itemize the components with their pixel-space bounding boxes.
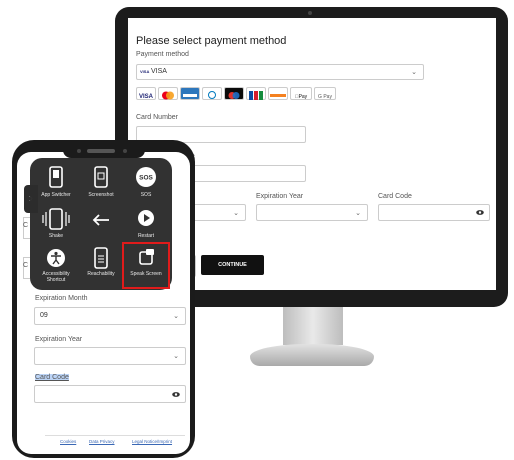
accessibility-icon — [47, 249, 65, 267]
at-item-label: Accessibility Shortcut — [42, 271, 70, 283]
card-code-input[interactable] — [378, 204, 490, 221]
discover-logo-icon — [268, 87, 288, 100]
at-item-sos[interactable]: SOS SOS — [124, 164, 168, 198]
eye-icon[interactable] — [476, 209, 484, 216]
footer-link-data-privacy[interactable]: Data Privacy — [89, 439, 115, 444]
at-item-app-switcher[interactable]: App Switcher — [34, 164, 78, 198]
screenshot-icon — [94, 166, 108, 188]
chevron-down-icon: ⌄ — [411, 69, 417, 76]
speak-screen-highlight — [122, 242, 170, 289]
payment-method-label: Payment method — [136, 51, 189, 58]
footer-link-legal-notice[interactable]: Legal Notice/Imprint — [132, 439, 172, 444]
speaker-grille — [87, 149, 115, 153]
visa-logo-icon: VISA — [136, 87, 156, 100]
sensor-dot — [123, 149, 127, 153]
apple-pay-logo-icon: Pay — [290, 87, 312, 100]
at-item-screenshot[interactable]: Screenshot — [79, 164, 123, 198]
payment-method-value: VISA — [151, 68, 167, 75]
expiration-month-select[interactable]: 09 ⌄ — [34, 307, 186, 325]
svg-text:G Pay: G Pay — [318, 94, 332, 100]
footer-link-cookies[interactable]: Cookies — [60, 439, 76, 444]
restart-icon — [138, 210, 154, 226]
chevron-down-icon: ⌄ — [233, 210, 239, 217]
back-arrow-icon — [92, 214, 109, 226]
maestro-logo-icon — [224, 87, 244, 100]
mastercard-logo-icon — [158, 87, 178, 100]
card-code-label-text: Card Code — [35, 374, 69, 381]
chevron-down-icon: ⌄ — [173, 353, 179, 360]
card-number-label: Card Number — [136, 114, 179, 121]
card-code-label: Card Code — [378, 193, 412, 200]
svg-text:SOS: SOS — [139, 175, 153, 182]
eye-icon[interactable] — [172, 391, 180, 398]
continue-button[interactable]: CONTINUE — [201, 255, 264, 275]
partial-label: C — [23, 222, 29, 229]
expiration-year-select[interactable]: ⌄ — [256, 204, 368, 221]
at-item-reachability[interactable]: Reachability — [79, 246, 123, 277]
chevron-down-icon: ⌄ — [355, 210, 361, 217]
at-item-shake[interactable]: Shake — [34, 206, 78, 239]
expiration-month-value: 09 — [40, 312, 48, 319]
monitor-base — [250, 344, 374, 366]
diners-logo-icon — [202, 87, 222, 100]
at-item-label: Restart — [137, 233, 155, 239]
at-item-label: SOS — [140, 192, 152, 198]
partial-label: C — [23, 262, 29, 269]
shake-icon — [42, 208, 70, 230]
at-item-label: Shake — [48, 233, 64, 239]
expiration-month-label: Expiration Month — [35, 295, 88, 302]
chevron-down-icon: ⌄ — [173, 313, 179, 320]
phone-notch — [63, 146, 145, 158]
amex-logo-icon — [180, 87, 200, 100]
camera-dot — [77, 149, 81, 153]
at-item-label: Reachability — [87, 271, 115, 277]
jcb-logo-icon — [246, 87, 266, 100]
at-item-label: Screenshot — [88, 192, 114, 198]
at-item-accessibility-shortcut[interactable]: Accessibility Shortcut — [34, 246, 78, 283]
svg-text:Pay: Pay — [295, 94, 308, 100]
svg-text:VISA: VISA — [139, 94, 154, 100]
expiration-year-label: Expiration Year — [256, 193, 304, 200]
card-code-label: Card Code — [35, 374, 69, 381]
at-item-back[interactable] — [79, 206, 123, 237]
card-code-input[interactable] — [34, 385, 186, 403]
reachability-icon — [94, 247, 108, 269]
app-switcher-icon — [49, 166, 63, 188]
footer-divider — [45, 435, 185, 436]
page-title: Please select payment method — [136, 35, 287, 47]
monitor-neck — [283, 307, 343, 345]
payment-method-select[interactable]: VISA VISA ⌄ — [136, 64, 424, 80]
expiration-year-label: Expiration Year — [35, 336, 83, 343]
expiration-year-select[interactable]: ⌄ — [34, 347, 186, 365]
sos-icon: SOS — [136, 167, 156, 187]
at-item-label: App Switcher — [41, 192, 71, 198]
at-item-restart[interactable]: Restart — [124, 206, 168, 239]
google-pay-logo-icon: G Pay — [314, 87, 336, 100]
monitor-camera — [308, 11, 312, 15]
visa-mini-icon: VISA — [140, 69, 150, 74]
